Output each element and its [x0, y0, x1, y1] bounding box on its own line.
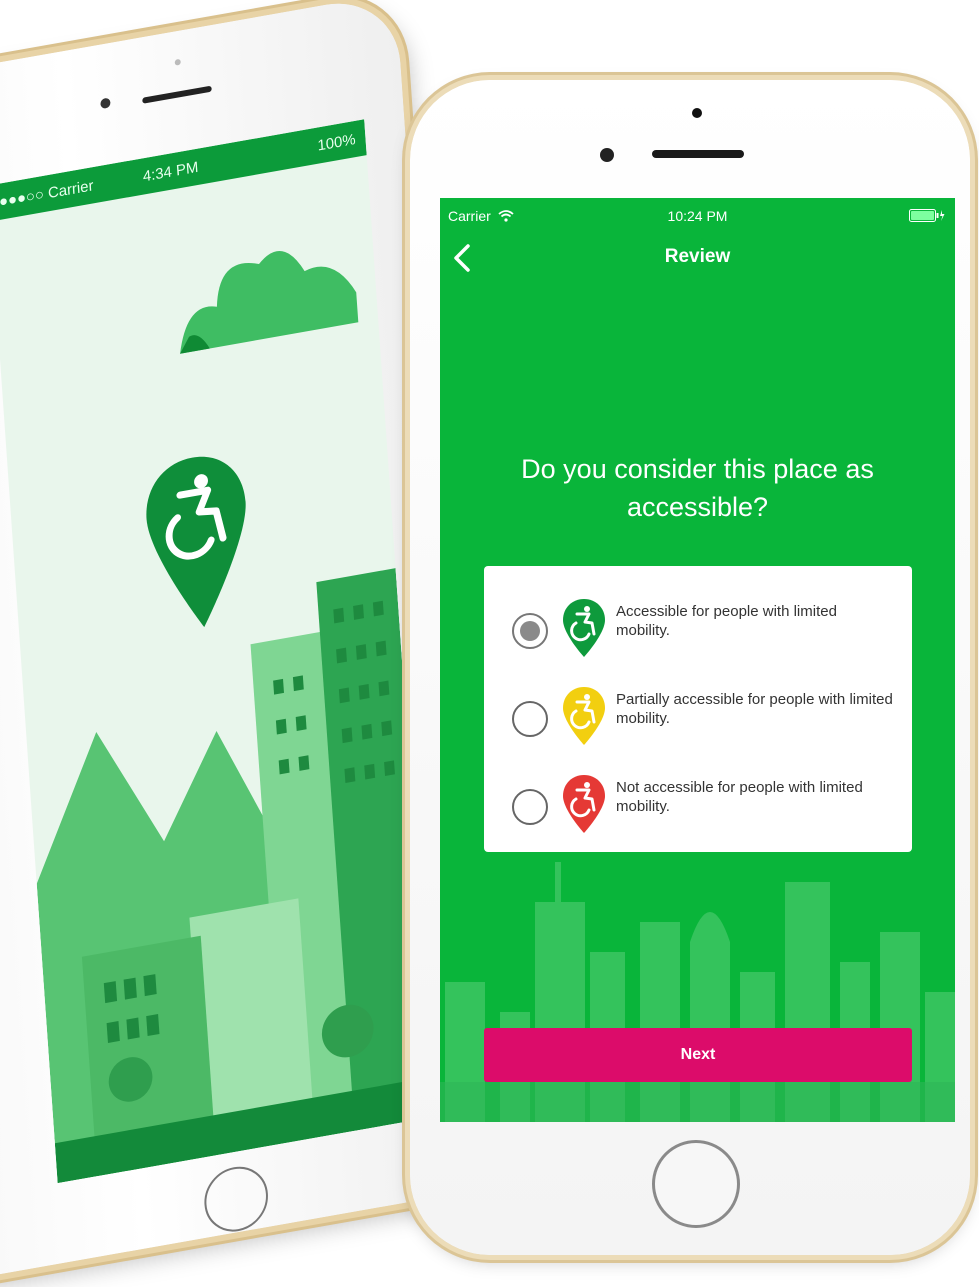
right-phone-camera [600, 148, 614, 162]
review-screen: Carrier 10:24 PM Review Do you consider … [440, 198, 955, 1122]
option-label: Partially accessible for people with lim… [616, 691, 893, 727]
home-button[interactable] [652, 1140, 740, 1228]
next-button[interactable]: Next [484, 1028, 912, 1082]
option-accessible[interactable]: Accessible for people with limited mobil… [484, 596, 912, 676]
radio-partially-accessible[interactable] [512, 701, 548, 737]
battery-icon [909, 209, 945, 222]
option-partially-accessible[interactable]: Partially accessible for people with lim… [484, 684, 912, 764]
city-illustration [36, 568, 434, 1184]
skyline-illustration [440, 862, 955, 1122]
right-phone-sensor [692, 108, 702, 118]
clock: 10:24 PM [667, 208, 728, 224]
option-label: Not accessible for people with limited m… [616, 779, 863, 815]
option-not-accessible[interactable]: Not accessible for people with limited m… [484, 772, 912, 852]
wheelchair-pin-icon [563, 599, 605, 657]
option-label: Accessible for people with limited mobil… [616, 603, 837, 639]
wheelchair-pin-icon [563, 687, 605, 745]
status-bar: Carrier 10:24 PM [440, 198, 955, 236]
nav-bar: Review [440, 236, 955, 280]
wheelchair-pin-icon [563, 775, 605, 833]
right-phone: Carrier 10:24 PM Review Do you consider … [410, 80, 970, 1255]
left-battery: 100% [316, 130, 357, 155]
radio-dot [520, 621, 540, 641]
radio-not-accessible[interactable] [512, 789, 548, 825]
left-phone: ●●●○○ Carrier 4:34 PM 100% [0, 0, 480, 1287]
nav-title: Review [664, 246, 731, 267]
left-phone-screen: ●●●○○ Carrier 4:34 PM 100% [0, 119, 434, 1184]
radio-accessible[interactable] [512, 613, 548, 649]
left-carrier: ●●●○○ Carrier [0, 176, 95, 211]
right-phone-speaker [652, 150, 744, 158]
question-text: Do you consider this place as accessible… [521, 454, 874, 522]
options-card: Accessible for people with limited mobil… [484, 566, 912, 852]
left-time: 4:34 PM [142, 158, 199, 185]
cloud-illustration [180, 250, 359, 354]
